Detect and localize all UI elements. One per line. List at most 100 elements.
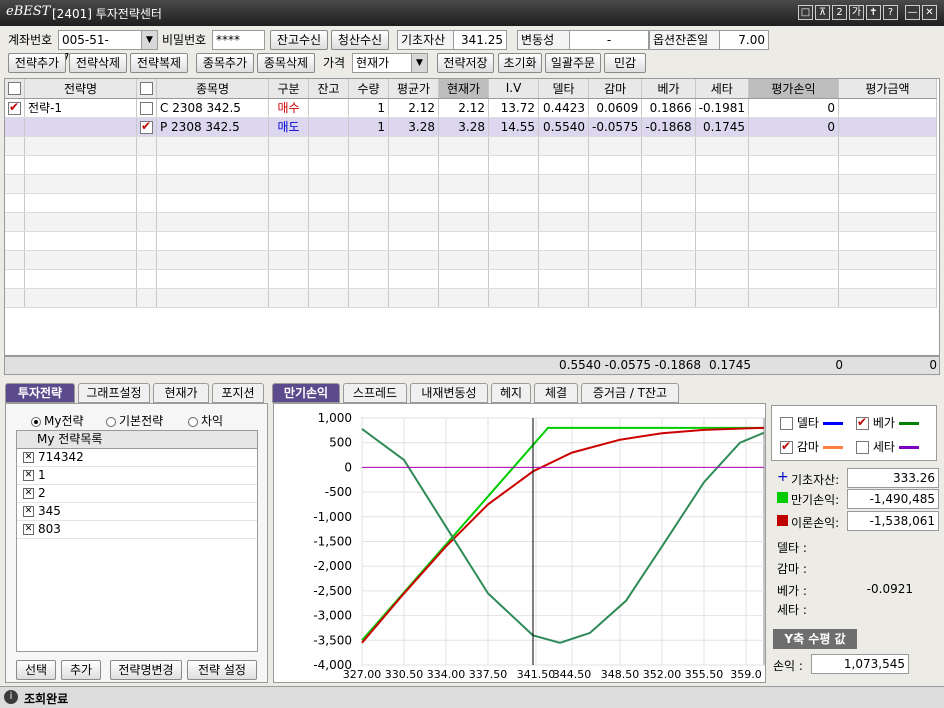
add-button[interactable]: 추가 — [61, 660, 101, 680]
table-row[interactable] — [5, 193, 937, 213]
list-item[interactable]: ✕ 345 — [17, 503, 257, 521]
password-field[interactable]: **** — [212, 30, 265, 50]
strategy-settings-button[interactable]: 전략 설정 — [187, 660, 257, 680]
col-balance: 잔고 — [308, 79, 349, 99]
tab-implied-volatility[interactable]: 내재변동성 — [410, 383, 488, 403]
window-ctrl-button-5[interactable]: ✝ — [866, 5, 881, 20]
checkbox-icon[interactable]: ✕ — [23, 470, 34, 481]
rename-strategy-button[interactable]: 전략명변경 — [110, 660, 182, 680]
strategy-list-header: My 전략목록 — [17, 431, 257, 449]
password-label: 비밀번호 — [162, 33, 207, 47]
table-row[interactable] — [5, 174, 937, 194]
checkbox-icon[interactable] — [780, 439, 793, 454]
table-cell — [156, 136, 269, 156]
window-ctrl-button-1[interactable]: □ — [798, 5, 813, 20]
table-row[interactable] — [5, 231, 937, 251]
save-strategy-button[interactable]: 전략저장 — [437, 53, 494, 73]
radio-arbitrage[interactable]: 차익 — [188, 412, 223, 429]
sum-delta: 0.5540 — [559, 358, 601, 372]
row-checkbox[interactable] — [5, 117, 25, 137]
table-row[interactable] — [5, 155, 937, 175]
chevron-down-icon[interactable]: ▼ — [141, 31, 157, 49]
table-row[interactable] — [5, 250, 937, 270]
header-checkbox[interactable] — [5, 79, 25, 99]
base-asset-info-value[interactable]: 333.26 — [847, 468, 939, 488]
table-row[interactable] — [5, 269, 937, 289]
checkbox-icon[interactable] — [780, 417, 793, 430]
remaining-days-value[interactable]: 7.00 — [719, 30, 769, 50]
checkbox-icon[interactable]: ✕ — [23, 488, 34, 499]
table-cell — [488, 250, 539, 270]
liquidation-receive-button[interactable]: 청산수신 — [331, 30, 389, 50]
copy-strategy-button[interactable]: 전략복제 — [130, 53, 188, 73]
header-item-checkbox[interactable] — [136, 79, 157, 99]
item-checkbox[interactable] — [136, 117, 157, 137]
checkbox-icon[interactable]: ✕ — [23, 524, 34, 535]
base-asset-value[interactable]: 341.25 — [453, 30, 507, 50]
tab-spread[interactable]: 스프레드 — [343, 383, 407, 403]
table-row[interactable] — [5, 212, 937, 232]
table-cell — [438, 250, 489, 270]
balance-receive-button[interactable]: 잔고수신 — [270, 30, 328, 50]
minimize-button[interactable]: — — [905, 5, 920, 20]
table-row[interactable] — [5, 288, 937, 308]
chevron-down-icon[interactable]: ▼ — [411, 54, 427, 72]
x-tick-label: 344.50 — [553, 668, 592, 681]
legend-theta[interactable]: 세타 — [856, 438, 919, 455]
tab-hedge[interactable]: 헤지 — [491, 383, 531, 403]
table-row[interactable] — [5, 136, 937, 156]
account-select[interactable]: 005-51-721245 ▼ — [58, 30, 158, 65]
item-checkbox[interactable] — [136, 98, 157, 118]
tab-strategy[interactable]: 투자전략 — [5, 383, 75, 403]
table-cell — [388, 193, 439, 213]
pnl-info-value[interactable]: 1,073,545 — [811, 654, 909, 674]
radio-basic-strategy[interactable]: 기본전략 — [106, 412, 163, 429]
table-row[interactable]: 전략-1 C 2308 342.5 매수 1 2.12 2.12 13.72 0… — [5, 98, 937, 118]
balance — [308, 117, 349, 137]
checkbox-icon[interactable] — [856, 415, 869, 430]
window-ctrl-button-3[interactable]: 2 — [832, 5, 847, 20]
sensitivity-button[interactable]: 민감 — [604, 53, 646, 73]
col-current-price: 현재가 — [438, 79, 489, 99]
legend-delta[interactable]: 델타 — [780, 414, 843, 431]
help-button[interactable]: ? — [883, 5, 898, 20]
close-button[interactable]: ✕ — [922, 5, 937, 20]
price-select[interactable]: 현재가 ▼ — [352, 53, 428, 73]
window-ctrl-button-4[interactable]: 가 — [849, 5, 864, 20]
tab-margin[interactable]: 증거금 / T잔고 — [581, 383, 679, 403]
table-cell — [695, 155, 749, 175]
legend-vega[interactable]: 베가 — [856, 414, 919, 431]
theory-pnl-value: -1,538,061 — [847, 511, 939, 531]
select-button[interactable]: 선택 — [16, 660, 56, 680]
legend-gamma[interactable]: 감마 — [780, 438, 843, 455]
tab-graph-settings[interactable]: 그래프설정 — [78, 383, 150, 403]
table-cell — [488, 174, 539, 194]
delete-strategy-button[interactable]: 전략삭제 — [69, 53, 127, 73]
list-item[interactable]: ✕ 1 — [17, 467, 257, 485]
tab-execution[interactable]: 체결 — [534, 383, 578, 403]
checkbox-icon[interactable] — [856, 441, 869, 454]
table-row[interactable]: P 2308 342.5 매도 1 3.28 3.28 14.55 0.5540… — [5, 117, 937, 137]
checkbox-icon[interactable]: ✕ — [23, 452, 34, 463]
window-ctrl-button-2[interactable]: ⊼ — [815, 5, 830, 20]
bulk-order-button[interactable]: 일괄주문 — [545, 53, 601, 73]
list-item[interactable]: ✕ 714342 — [17, 449, 257, 467]
volatility-value[interactable]: - — [569, 30, 649, 50]
checkbox-icon[interactable]: ✕ — [23, 506, 34, 517]
row-checkbox[interactable] — [5, 98, 25, 118]
add-item-button[interactable]: 종목추가 — [196, 53, 254, 73]
table-cell — [268, 212, 309, 232]
tab-expiry-pnl[interactable]: 만기손익 — [272, 383, 340, 403]
strategy-list[interactable]: My 전략목록 ✕ 714342 ✕ 1 ✕ 2 ✕ 345 ✕ 803 — [16, 430, 258, 652]
table-cell — [588, 193, 643, 213]
add-strategy-button[interactable]: 전략추가 — [8, 53, 66, 73]
list-item[interactable]: ✕ 2 — [17, 485, 257, 503]
list-item[interactable]: ✕ 803 — [17, 521, 257, 539]
x-tick-label: 341.50 — [517, 668, 556, 681]
radio-my-strategy[interactable]: My전략 — [31, 412, 84, 429]
delete-item-button[interactable]: 종목삭제 — [257, 53, 315, 73]
pnl-chart[interactable]: 1,000 500 0 -500 -1,000 -1,500 -2,000 -2,500 -3,… — [274, 404, 765, 682]
tab-position[interactable]: 포지션 — [212, 383, 264, 403]
tab-current-price[interactable]: 현재가 — [153, 383, 209, 403]
reset-button[interactable]: 초기화 — [498, 53, 542, 73]
